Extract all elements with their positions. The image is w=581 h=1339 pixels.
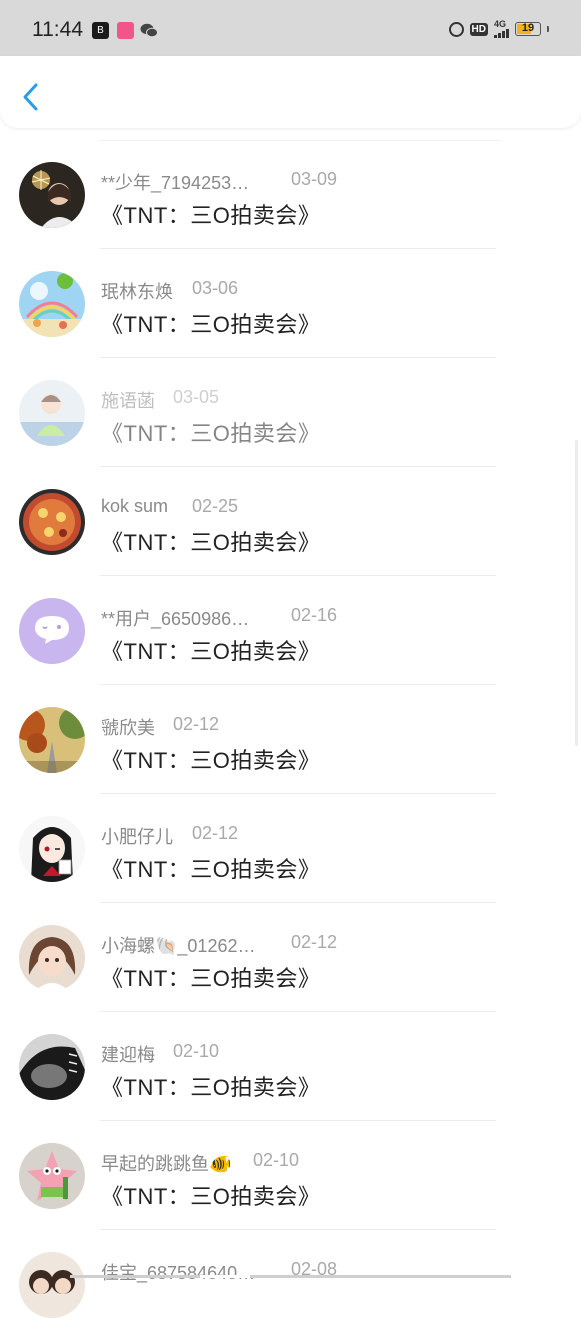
- date-label: 02-16: [291, 605, 338, 625]
- user-name: 佳宝_687584640…: [101, 1263, 256, 1283]
- item-title: 《TNT：三O拍卖会》: [101, 748, 321, 773]
- status-time: 11:44: [32, 18, 83, 41]
- list-item[interactable]: 施语菡 03-05 《TNT：三O拍卖会》: [0, 358, 581, 467]
- list-item[interactable]: 早起的跳跳鱼🐠 02-10 《TNT：三O拍卖会》: [0, 1121, 581, 1230]
- item-title: 《TNT：三O拍卖会》: [101, 1184, 321, 1209]
- user-name: kok sum: [101, 496, 169, 516]
- list-item[interactable]: 珉林东焕 03-06 《TNT：三O拍卖会》: [0, 249, 581, 358]
- home-indicator[interactable]: [70, 1275, 511, 1278]
- avatar[interactable]: [19, 1252, 85, 1318]
- wechat-icon: [140, 23, 158, 38]
- item-title: 《TNT：三O拍卖会》: [101, 421, 321, 446]
- date-label: 02-12: [173, 714, 220, 734]
- scrollbar[interactable]: [575, 440, 578, 746]
- user-name: 小肥仔儿: [101, 827, 173, 847]
- list-item[interactable]: **用户_6650986… 02-16 《TNT：三O拍卖会》: [0, 576, 581, 685]
- avatar[interactable]: [19, 598, 85, 664]
- avatar[interactable]: [19, 1034, 85, 1100]
- item-title: 《TNT：三O拍卖会》: [101, 966, 321, 991]
- date-label: 02-10: [173, 1041, 220, 1061]
- battery-icon: 19: [515, 22, 541, 36]
- item-title: 《TNT：三O拍卖会》: [101, 639, 321, 664]
- avatar[interactable]: [19, 925, 85, 991]
- list-item[interactable]: 虢欣美 02-12 《TNT：三O拍卖会》: [0, 685, 581, 794]
- list-item[interactable]: 小海螺🐚_01262… 02-12 《TNT：三O拍卖会》: [0, 903, 581, 1012]
- item-title: 《TNT：三O拍卖会》: [101, 530, 321, 555]
- date-label: 02-12: [192, 823, 239, 843]
- date-label: 02-10: [253, 1150, 300, 1170]
- user-name: **用户_6650986…: [101, 609, 250, 629]
- alarm-icon: [448, 21, 464, 37]
- bilibili-notification-icon: B: [92, 22, 109, 39]
- hd-icon: HD: [469, 22, 488, 36]
- user-name: 建迎梅: [101, 1045, 155, 1065]
- date-label: 03-06: [192, 278, 239, 298]
- list-item[interactable]: **少年_7194253… 03-09 《TNT：三O拍卖会》: [0, 140, 581, 249]
- avatar[interactable]: [19, 707, 85, 773]
- user-name: 早起的跳跳鱼🐠: [101, 1154, 232, 1174]
- item-title: 《TNT：三O拍卖会》: [101, 312, 321, 337]
- date-label: 03-09: [291, 169, 338, 189]
- date-label: 02-12: [291, 932, 338, 952]
- top-navigation-bar: [0, 56, 581, 128]
- avatar[interactable]: [19, 380, 85, 446]
- user-name: 施语菡: [101, 391, 155, 411]
- avatar[interactable]: [19, 271, 85, 337]
- user-name: 小海螺🐚_01262…: [101, 936, 256, 956]
- item-title: 《TNT：三O拍卖会》: [101, 1075, 321, 1100]
- avatar[interactable]: [19, 816, 85, 882]
- user-name: 珉林东焕: [101, 282, 173, 302]
- date-label: 03-05: [173, 387, 220, 407]
- list-item[interactable]: 小肥仔儿 02-12 《TNT：三O拍卖会》: [0, 794, 581, 903]
- avatar[interactable]: [19, 162, 85, 228]
- list-item[interactable]: 佳宝_687584640… 02-08: [0, 1230, 581, 1339]
- status-bar: 11:44 B HD 4G 19: [0, 0, 581, 58]
- user-name: 虢欣美: [101, 718, 155, 738]
- user-name: **少年_7194253…: [101, 173, 250, 193]
- app-notification-icon: [117, 22, 134, 39]
- list-item[interactable]: 建迎梅 02-10 《TNT：三O拍卖会》: [0, 1012, 581, 1121]
- avatar[interactable]: [19, 489, 85, 555]
- list-item[interactable]: kok sum 02-25 《TNT：三O拍卖会》: [0, 467, 581, 576]
- battery-level: 19: [521, 22, 535, 34]
- date-label: 02-25: [192, 496, 239, 516]
- avatar[interactable]: [19, 1143, 85, 1209]
- item-title: 《TNT：三O拍卖会》: [101, 203, 321, 228]
- chevron-left-icon: [23, 83, 38, 111]
- item-title: 《TNT：三O拍卖会》: [101, 857, 321, 882]
- back-button[interactable]: [20, 82, 42, 112]
- signal-icon: 4G: [494, 20, 509, 38]
